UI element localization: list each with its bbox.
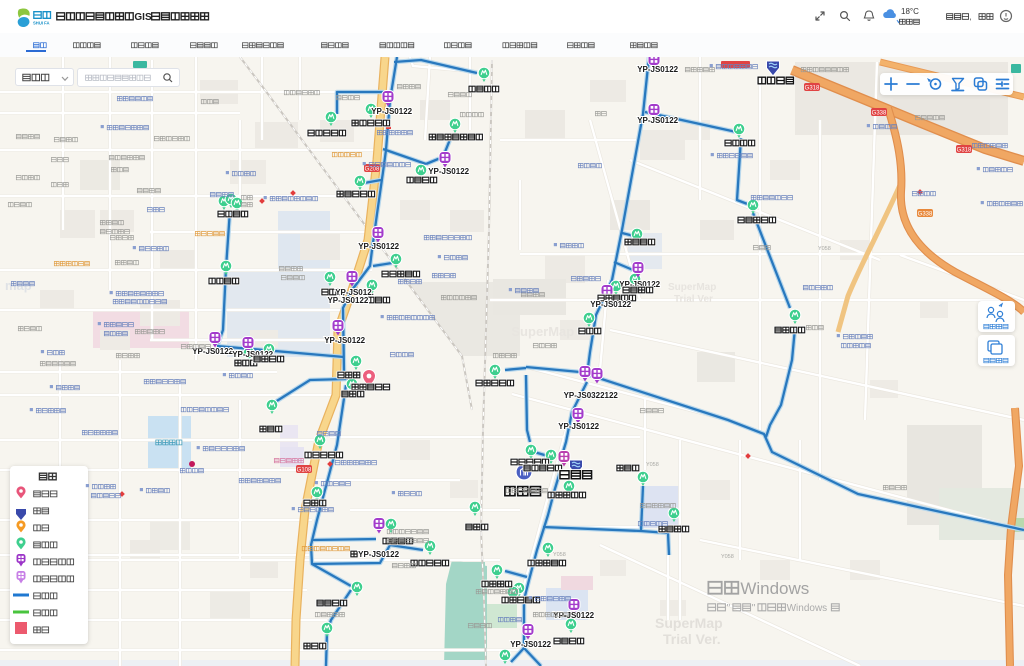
svg-text:G108: G108 xyxy=(297,468,312,474)
svg-text:G318: G318 xyxy=(805,86,820,92)
svg-text:G208: G208 xyxy=(365,167,380,173)
svg-text:G338: G338 xyxy=(872,111,887,117)
svg-text:G338: G338 xyxy=(918,212,933,218)
svg-text:G318: G318 xyxy=(957,148,972,154)
